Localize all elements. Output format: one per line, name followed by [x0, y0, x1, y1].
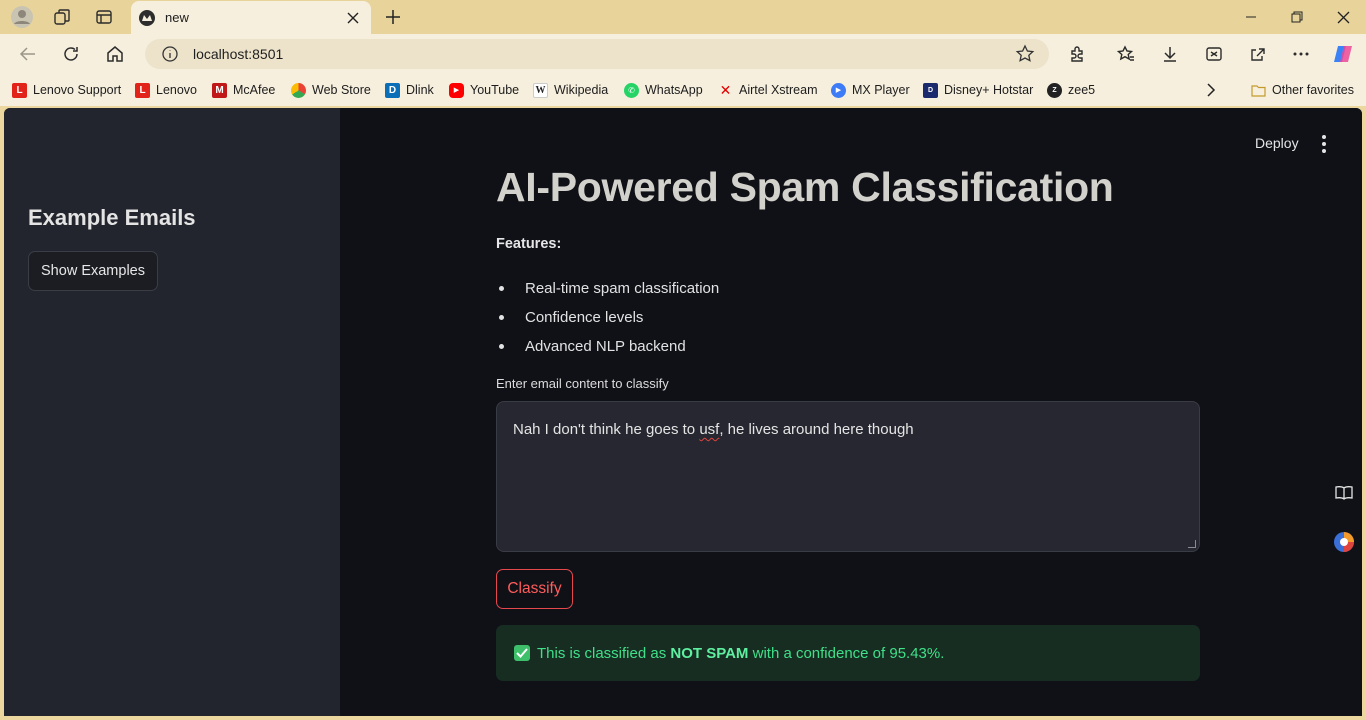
url-text: localhost:8501	[193, 46, 284, 62]
page-title: AI-Powered Spam Classification	[496, 164, 1114, 210]
back-icon[interactable]	[14, 40, 42, 68]
main-menu-icon[interactable]	[1314, 133, 1334, 155]
sidebar-title: Example Emails	[28, 205, 196, 230]
resize-handle-icon[interactable]	[1188, 540, 1196, 548]
bookmark-dlink[interactable]: D Dlink	[385, 81, 434, 99]
bookmark-youtube[interactable]: ▶ YouTube	[449, 81, 519, 99]
close-tab-icon[interactable]	[341, 6, 365, 30]
airtel-icon: ✕	[719, 81, 732, 98]
result-prefix: This is classified as	[537, 644, 671, 662]
browser-title-bar: new	[0, 0, 1366, 34]
webstore-icon	[291, 82, 306, 98]
bookmark-wikipedia[interactable]: W Wikipedia	[533, 81, 608, 99]
zee5-icon: Z	[1047, 82, 1062, 98]
folder-icon	[1251, 83, 1266, 98]
lenovo-icon: L	[12, 82, 27, 98]
bookmark-whatsapp[interactable]: ✆ WhatsApp	[624, 81, 703, 99]
browser-toolbar: localhost:8501	[0, 34, 1366, 74]
bookmarks-overflow-chevron-icon[interactable]	[1206, 81, 1216, 99]
bookmark-zee5[interactable]: Z zee5	[1047, 81, 1095, 99]
result-suffix: with a confidence of 95.43%.	[748, 644, 945, 662]
misspelled-word: usf	[699, 421, 720, 438]
bookmark-airtel-xstream[interactable]: ✕ Airtel Xstream	[718, 81, 818, 99]
bookmarks-bar: L Lenovo Support L Lenovo M McAfee Web S…	[0, 74, 1366, 106]
hotstar-icon: D	[923, 82, 938, 98]
site-info-icon[interactable]	[161, 45, 179, 63]
lenovo-icon: L	[135, 82, 150, 98]
more-options-icon[interactable]	[1289, 42, 1313, 66]
restore-icon[interactable]	[1274, 0, 1320, 34]
features-heading: Features:	[496, 236, 562, 252]
downloads-icon[interactable]	[1158, 42, 1182, 66]
home-icon[interactable]	[101, 40, 129, 68]
close-window-icon[interactable]	[1320, 0, 1366, 34]
youtube-icon: ▶	[449, 82, 464, 98]
feature-item: Advanced NLP backend	[496, 332, 719, 361]
favorite-star-icon[interactable]	[1015, 44, 1035, 64]
show-examples-button[interactable]: Show Examples	[28, 251, 158, 291]
profile-icon[interactable]	[10, 5, 34, 29]
features-list: Real-time spam classification Confidence…	[496, 274, 719, 361]
dlink-icon: D	[385, 82, 400, 98]
bookmark-other-favorites[interactable]: Other favorites	[1251, 81, 1354, 99]
mcafee-icon: M	[212, 82, 227, 98]
wikipedia-icon: W	[533, 82, 548, 98]
bookmark-mcafee[interactable]: M McAfee	[212, 81, 275, 99]
browser-extension-icon[interactable]	[1326, 526, 1362, 558]
address-bar[interactable]: localhost:8501	[145, 39, 1049, 69]
classification-result-alert: This is classified as NOT SPAM with a co…	[496, 625, 1200, 681]
email-content-textarea[interactable]: Nah I don't think he goes to usf, he liv…	[496, 401, 1200, 552]
refresh-icon[interactable]	[57, 40, 85, 68]
result-label: NOT SPAM	[670, 644, 749, 662]
copilot-icon[interactable]	[1331, 42, 1355, 66]
whatsapp-icon: ✆	[624, 82, 639, 98]
deploy-button[interactable]: Deploy	[1255, 135, 1299, 151]
bookmark-disney-hotstar[interactable]: D Disney+ Hotstar	[923, 81, 1033, 99]
tab-actions-icon[interactable]	[92, 5, 116, 29]
sidebar: Example Emails Show Examples	[4, 108, 340, 716]
checkmark-icon	[514, 645, 530, 661]
streamlit-favicon-icon	[139, 9, 155, 26]
tab-title: new	[165, 10, 189, 25]
browser-tab-active[interactable]: new	[131, 1, 371, 34]
email-text-part: , he lives around here though	[719, 421, 914, 438]
bookmark-web-store[interactable]: Web Store	[291, 81, 371, 99]
mxplayer-icon: ▶	[831, 82, 846, 98]
reading-view-icon[interactable]	[1326, 477, 1362, 509]
email-input-label: Enter email content to classify	[496, 376, 669, 391]
minimize-icon[interactable]	[1228, 0, 1274, 34]
bookmark-lenovo-support[interactable]: L Lenovo Support	[12, 81, 121, 99]
email-text-part: Nah I don't think he goes to	[513, 421, 700, 438]
classify-button[interactable]: Classify	[496, 569, 573, 609]
extensions-icon[interactable]	[1065, 42, 1089, 66]
new-tab-icon[interactable]	[381, 5, 405, 29]
feature-item: Confidence levels	[496, 303, 719, 332]
main-content: Deploy AI-Powered Spam Classification Fe…	[340, 108, 1362, 716]
bookmark-mx-player[interactable]: ▶ MX Player	[831, 81, 910, 99]
screenshot-icon[interactable]	[1202, 42, 1226, 66]
page-viewport: Example Emails Show Examples Deploy AI-P…	[4, 108, 1362, 716]
bookmark-lenovo[interactable]: L Lenovo	[135, 81, 197, 99]
favorites-icon[interactable]	[1114, 42, 1138, 66]
feature-item: Real-time spam classification	[496, 274, 719, 303]
share-icon[interactable]	[1246, 42, 1270, 66]
workspaces-icon[interactable]	[50, 5, 74, 29]
